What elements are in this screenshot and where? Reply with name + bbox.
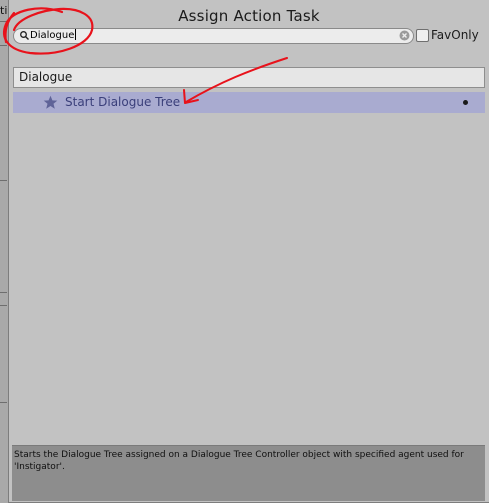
category-header[interactable]: Dialogue: [13, 67, 485, 88]
popup-title: Assign Action Task: [178, 7, 320, 25]
star-icon: [43, 95, 58, 109]
task-list-item-label: Start Dialogue Tree: [65, 95, 181, 109]
background-divider: [0, 21, 7, 22]
assign-action-task-popup: Assign Action Task Dialogue FavOnly Dial…: [8, 0, 489, 503]
background-text-fragment: ti: [0, 4, 8, 17]
description-text: Starts the Dialogue Tree assigned on a D…: [14, 450, 464, 472]
selected-indicator-dot: [463, 100, 468, 105]
clear-search-icon[interactable]: [399, 30, 410, 41]
background-divider: [0, 45, 7, 46]
background-divider: [0, 402, 7, 403]
fav-only-label[interactable]: FavOnly: [431, 28, 479, 43]
description-panel: Starts the Dialogue Tree assigned on a D…: [12, 445, 485, 501]
background-divider: [0, 305, 7, 306]
search-field[interactable]: Dialogue: [13, 28, 414, 44]
background-divider: [0, 180, 7, 181]
search-input[interactable]: Dialogue: [30, 29, 77, 43]
fav-only-checkbox[interactable]: [416, 29, 429, 42]
search-input-value: Dialogue: [30, 30, 75, 41]
task-list-item[interactable]: Start Dialogue Tree: [13, 92, 485, 113]
search-icon: [20, 31, 29, 40]
background-divider: [0, 292, 7, 293]
category-label: Dialogue: [19, 70, 73, 84]
text-caret: [75, 29, 77, 40]
